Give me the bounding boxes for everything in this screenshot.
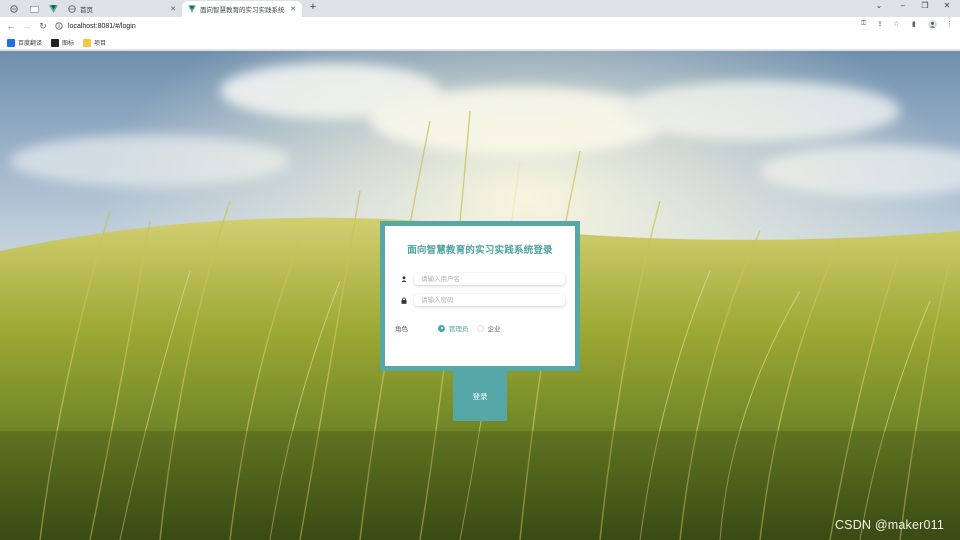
bookmarks-bar: 百度翻译 图标 项目 [0, 35, 960, 50]
forward-arrow-icon[interactable]: → [21, 20, 33, 32]
menu-kebab-icon[interactable]: ⋮ [946, 20, 953, 32]
globe-icon [68, 5, 76, 13]
role-radio-admin[interactable]: 管理员 [438, 323, 469, 333]
close-window-icon[interactable]: ✕ [940, 1, 954, 10]
site-info-icon[interactable] [54, 21, 64, 31]
password-input[interactable] [414, 294, 565, 306]
bookmark-item[interactable]: 图标 [51, 37, 74, 48]
back-arrow-icon[interactable]: ← [5, 20, 17, 32]
login-card: 面向智慧教育的实习实践系统登录 角色 管理员 [380, 221, 580, 371]
tab-vue-pinned-icon[interactable] [45, 2, 61, 16]
username-input[interactable] [414, 273, 565, 285]
vue-logo-icon [188, 5, 196, 13]
login-title: 面向智慧教育的实习实践系统登录 [407, 245, 553, 256]
browser-toolbar: ← → ↻ localhost:8081/#/login ⚿ ⇪ ☆ ▮ ⋮ [0, 17, 960, 35]
bookmark-star-icon[interactable]: ☆ [893, 20, 899, 32]
new-tab-button[interactable]: + [306, 1, 320, 13]
tab-login[interactable]: 面向智慧教育的实习实践系统 ✕ [182, 1, 302, 17]
bookmark-item[interactable]: 百度翻译 [7, 37, 42, 48]
tab-title: 面向智慧教育的实习实践系统 [200, 7, 285, 14]
url-text: localhost:8081/#/login [68, 22, 136, 30]
tab-home[interactable]: 首页 ✕ [62, 1, 182, 17]
close-tab-icon[interactable]: ✕ [170, 5, 176, 13]
tab-title: 首页 [80, 7, 93, 14]
login-form: 面向智慧教育的实习实践系统登录 角色 管理员 [385, 226, 575, 366]
minimize-icon[interactable]: – [896, 1, 910, 10]
tab-search-icon[interactable] [6, 2, 22, 16]
bookmark-label: 图标 [62, 41, 75, 47]
translate-icon [7, 38, 15, 47]
image-icon [51, 38, 59, 47]
role-label: 角色 [395, 326, 408, 333]
address-bar[interactable]: localhost:8081/#/login [54, 19, 874, 33]
folder-icon [83, 38, 91, 47]
bookmark-label: 百度翻译 [18, 41, 43, 47]
role-selector: 角色 管理员 企业 [395, 323, 565, 333]
page-viewport: 面向智慧教育的实习实践系统登录 角色 管理员 [0, 51, 960, 540]
radio-label: 管理员 [449, 326, 469, 333]
bookmark-label: 项目 [94, 41, 107, 47]
password-row [399, 294, 565, 306]
tab-envelope-icon[interactable] [26, 2, 42, 16]
side-panel-icon[interactable]: ▮ [912, 20, 916, 32]
radio-label: 企业 [487, 326, 501, 333]
user-icon [399, 274, 409, 284]
bookmark-item[interactable]: 项目 [83, 37, 106, 48]
key-icon[interactable]: ⚿ [861, 20, 866, 32]
lock-icon [399, 295, 409, 305]
watermark-text: CSDN @maker011 [834, 518, 944, 532]
login-button[interactable]: 登录 [453, 371, 507, 421]
profile-icon[interactable] [928, 20, 937, 32]
role-radio-enterprise[interactable]: 企业 [476, 323, 501, 333]
radio-checked-icon[interactable] [438, 324, 445, 332]
radio-unchecked-icon[interactable] [476, 324, 484, 332]
username-row [399, 273, 565, 285]
share-icon[interactable]: ⇪ [877, 20, 883, 32]
tab-search-chevron-icon[interactable]: ⌄ [872, 1, 886, 10]
tab-strip: 首页 ✕ 面向智慧教育的实习实践系统 ✕ + ⌄ – ❐ ✕ [0, 0, 960, 17]
restore-icon[interactable]: ❐ [918, 1, 932, 10]
close-tab-icon[interactable]: ✕ [290, 5, 296, 13]
reload-icon[interactable]: ↻ [37, 20, 49, 32]
